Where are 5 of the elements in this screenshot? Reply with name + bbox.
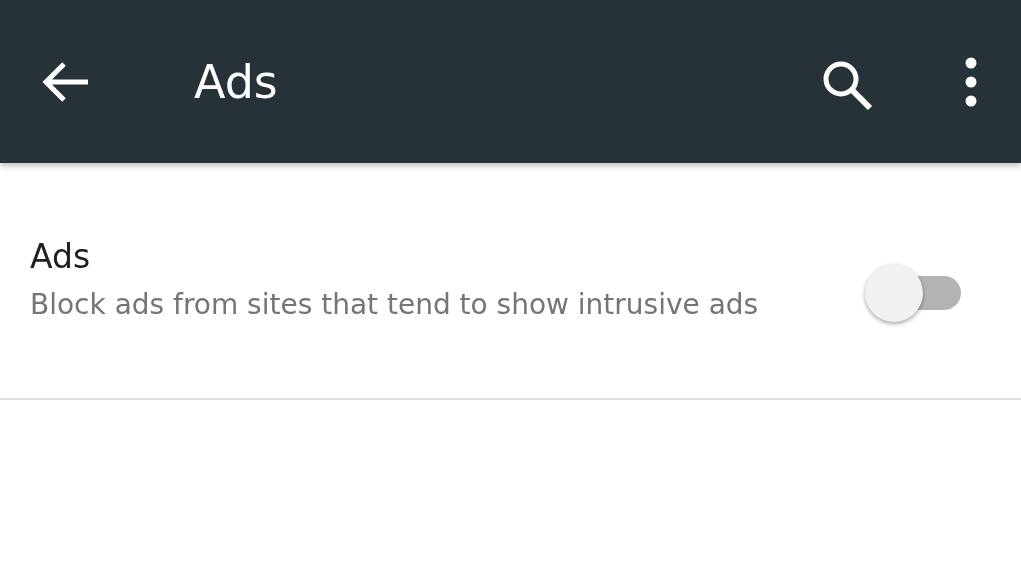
- setting-title: Ads: [30, 236, 92, 276]
- more-options-icon[interactable]: [965, 56, 977, 107]
- setting-summary: Block ads from sites that tend to show intrusive ads: [30, 286, 760, 323]
- screen-title: Ads: [194, 54, 278, 109]
- back-arrow-icon[interactable]: [40, 61, 90, 102]
